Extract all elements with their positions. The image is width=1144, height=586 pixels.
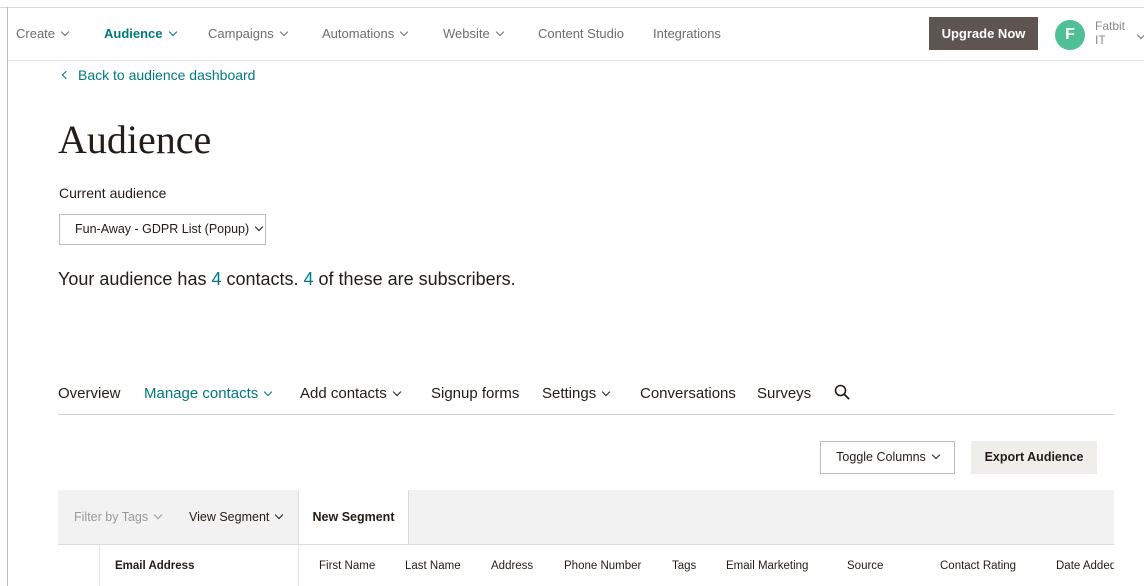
select-all-cell[interactable] [58, 545, 100, 586]
subnav-add-contacts-label: Add contacts [300, 385, 387, 402]
nav-audience-label: Audience [104, 26, 163, 41]
column-header-email[interactable]: Email Address [115, 560, 194, 572]
avatar[interactable]: F [1055, 20, 1085, 50]
nav-automations[interactable]: Automations [322, 26, 409, 41]
chevron-down-icon [153, 510, 163, 520]
contacts-table-header: Email Address First Name Last Name Addre… [58, 545, 1114, 586]
back-link-label: Back to audience dashboard [78, 67, 256, 83]
audience-selector[interactable]: Fun-Away - GDPR List (Popup) [59, 214, 266, 245]
column-header-last-name[interactable]: Last Name [405, 560, 461, 572]
export-audience-button[interactable]: Export Audience [971, 441, 1097, 474]
chevron-down-icon [601, 387, 611, 397]
nav-website[interactable]: Website [443, 26, 504, 41]
chevron-down-icon [264, 387, 273, 397]
nav-integrations-label: Integrations [653, 26, 721, 41]
back-to-dashboard-link[interactable]: Back to audience dashboard [61, 67, 256, 83]
chevron-down-icon [400, 27, 409, 37]
subnav-signup-forms-label: Signup forms [431, 385, 520, 402]
column-header-tags[interactable]: Tags [672, 560, 696, 572]
audience-selected-value: Fun-Away - GDPR List (Popup) [75, 222, 250, 236]
nav-automations-label: Automations [322, 26, 395, 41]
view-segment-dropdown[interactable]: View Segment [189, 510, 284, 524]
chevron-down-icon [495, 27, 504, 37]
subnav-conversations-label: Conversations [640, 385, 736, 402]
subnav-surveys-label: Surveys [757, 385, 812, 402]
user-first-name: Fatbit [1095, 19, 1126, 33]
chevron-down-icon [931, 450, 941, 460]
summary-prefix: Your audience has [58, 269, 212, 289]
toggle-columns-button[interactable]: Toggle Columns [820, 441, 955, 474]
summary-middle: contacts. [221, 269, 304, 289]
toggle-columns-label: Toggle Columns [836, 450, 926, 464]
subscriber-count: 4 [303, 269, 314, 289]
nav-create[interactable]: Create [16, 26, 70, 41]
page-title: Audience [58, 117, 212, 162]
nav-create-label: Create [16, 26, 56, 41]
chevron-down-icon [60, 27, 70, 37]
chevron-down-icon [279, 27, 289, 37]
column-header-contact-rating[interactable]: Contact Rating [940, 560, 1016, 572]
column-header-source[interactable]: Source [847, 560, 883, 572]
audience-subnav: Overview Manage contacts Add contacts Si… [58, 374, 1114, 415]
subnav-conversations[interactable]: Conversations [640, 385, 736, 402]
chevron-left-icon [61, 70, 71, 80]
window-left-edge [7, 7, 8, 586]
chevron-down-icon [254, 222, 264, 232]
nav-website-label: Website [443, 26, 490, 41]
subnav-manage-contacts-label: Manage contacts [144, 385, 259, 402]
column-header-date-added[interactable]: Date Added [1056, 560, 1114, 572]
user-menu-chevron[interactable] [1136, 28, 1144, 46]
current-audience-label: Current audience [59, 185, 167, 201]
column-header-email-marketing[interactable]: Email Marketing [726, 560, 808, 572]
chevron-down-icon [392, 387, 401, 397]
subnav-settings-label: Settings [542, 385, 597, 402]
new-segment-button[interactable]: New Segment [298, 490, 409, 544]
column-header-first-name[interactable]: First Name [319, 560, 375, 572]
nav-integrations[interactable]: Integrations [653, 26, 721, 41]
user-menu[interactable]: Fatbit IT [1095, 19, 1125, 47]
top-navigation: Create Audience Campaigns Automations We… [8, 8, 1144, 61]
chevron-down-icon [275, 510, 284, 520]
audience-summary: Your audience has 4 contacts. 4 of these… [58, 269, 516, 290]
column-header-phone-number[interactable]: Phone Number [564, 560, 641, 572]
upgrade-now-button[interactable]: Upgrade Now [929, 17, 1038, 50]
nav-campaigns[interactable]: Campaigns [208, 26, 289, 41]
nav-campaigns-label: Campaigns [208, 26, 274, 41]
filter-by-tags-dropdown[interactable]: Filter by Tags [74, 510, 163, 524]
nav-content-studio[interactable]: Content Studio [538, 26, 624, 41]
chevron-down-icon [168, 27, 177, 37]
subnav-overview[interactable]: Overview [58, 385, 121, 402]
subnav-settings[interactable]: Settings [542, 385, 611, 402]
subnav-signup-forms[interactable]: Signup forms [431, 385, 519, 402]
summary-suffix: of these are subscribers. [313, 269, 516, 289]
subnav-add-contacts[interactable]: Add contacts [300, 385, 401, 402]
subnav-manage-contacts[interactable]: Manage contacts [144, 385, 273, 402]
column-header-address[interactable]: Address [491, 560, 533, 572]
search-icon[interactable] [834, 384, 850, 400]
subnav-surveys[interactable]: Surveys [757, 385, 811, 402]
nav-audience[interactable]: Audience [104, 26, 177, 41]
view-segment-label: View Segment [189, 510, 270, 524]
window-top-edge [0, 0, 1144, 8]
subnav-overview-label: Overview [58, 385, 121, 402]
nav-content-studio-label: Content Studio [538, 26, 625, 41]
contact-count: 4 [211, 269, 222, 289]
user-last-name: IT [1095, 33, 1106, 47]
chevron-down-icon [1136, 30, 1144, 40]
contacts-toolbar: Filter by Tags View Segment New Segment [58, 490, 1114, 545]
filter-by-tags-label: Filter by Tags [74, 510, 149, 524]
